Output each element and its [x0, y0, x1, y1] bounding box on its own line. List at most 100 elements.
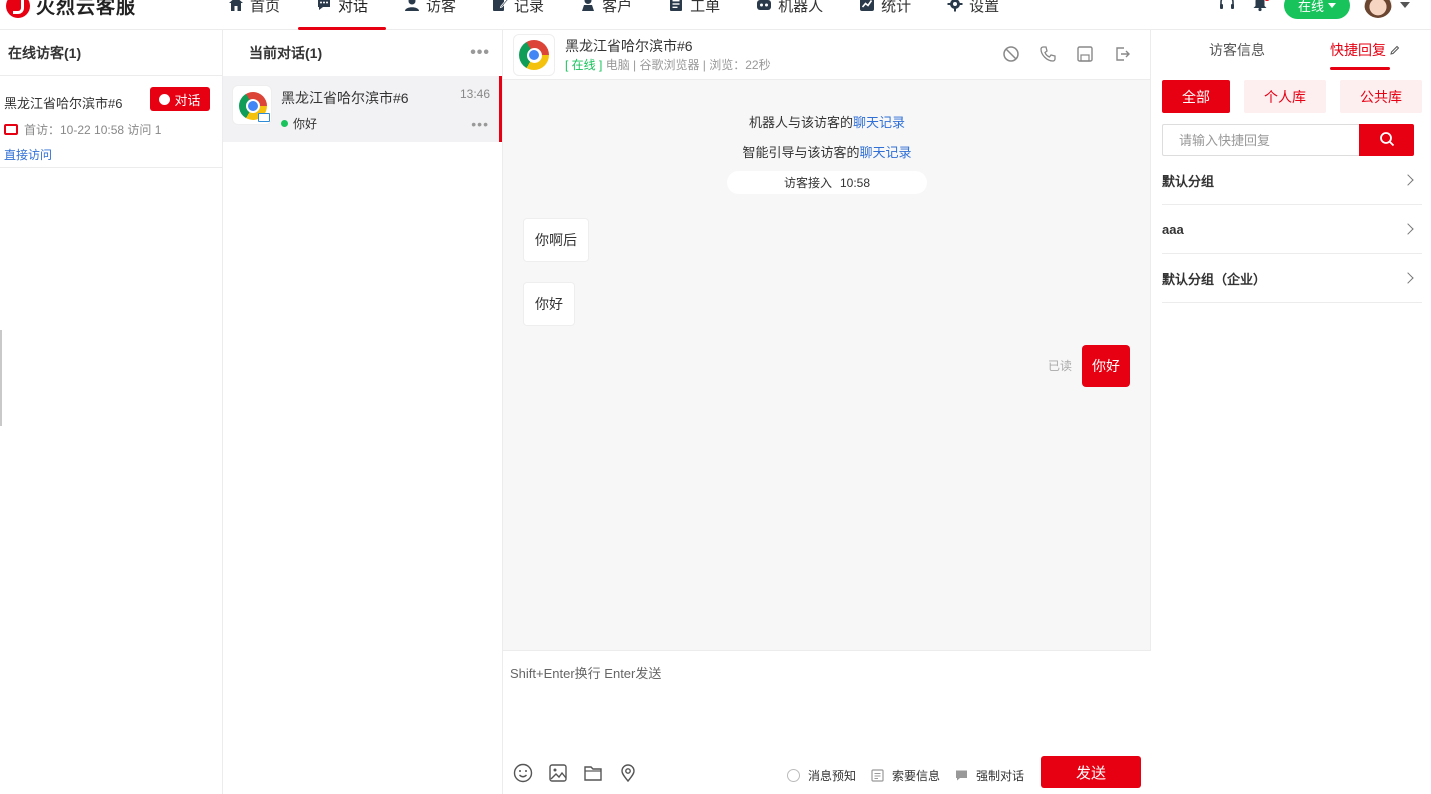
conversation-item[interactable]: 黑龙江省哈尔滨市#6 13:46 你好 •••: [223, 76, 502, 142]
last-message-text: 你好: [293, 117, 318, 131]
tab-visitor-info[interactable]: 访客信息: [1209, 40, 1265, 60]
quick-reply-group[interactable]: 默认分组（企业）: [1162, 254, 1422, 303]
quick-reply-group[interactable]: 默认分组: [1162, 156, 1422, 205]
right-panel: 访客信息 快捷回复 全部 个人库 公共库 默认分组 aaa 默认分组（企业）: [1151, 30, 1431, 794]
force-chat-option[interactable]: 强制对话: [955, 767, 1024, 784]
block-icon[interactable]: [1002, 45, 1021, 64]
library-filter: 全部 个人库 公共库: [1162, 80, 1422, 113]
chevron-down-icon[interactable]: [1400, 2, 1410, 8]
join-label: 访客接入: [783, 176, 832, 190]
conversation-time: 13:46: [459, 87, 490, 101]
system-text: 智能引导与该访客的: [742, 145, 860, 160]
visitor-card[interactable]: 黑龙江省哈尔滨市#6 对话 首访：10-22 10:58 访问 1 直接访问: [0, 76, 222, 168]
headset-icon[interactable]: [1218, 0, 1236, 12]
message-preview-option[interactable]: 消息预知: [787, 767, 856, 784]
chevron-right-icon: [1402, 272, 1414, 284]
nav-stats[interactable]: 统计: [841, 0, 929, 30]
nav-visitors[interactable]: 访客: [386, 0, 474, 30]
send-button[interactable]: 发送: [1041, 756, 1141, 788]
exit-icon[interactable]: [1113, 45, 1132, 64]
nav-customers[interactable]: 客户: [562, 0, 650, 30]
chat-icon: [316, 0, 332, 12]
app-logo[interactable]: 火烈云客服: [6, 0, 136, 19]
visit-source[interactable]: 直接访问: [4, 146, 212, 163]
app-name: 火烈云客服: [36, 0, 137, 18]
more-icon[interactable]: •••: [471, 116, 489, 132]
search-icon: [1379, 131, 1395, 150]
chat-avatar: [513, 34, 555, 76]
radio-icon[interactable]: [787, 769, 800, 782]
online-indicator: [281, 120, 288, 127]
phone-icon[interactable]: [1039, 45, 1058, 64]
option-label: 强制对话: [976, 769, 1025, 783]
conversations-header: 当前对话(1) •••: [223, 30, 502, 76]
message-input-placeholder[interactable]: Shift+Enter换行 Enter发送: [510, 663, 661, 682]
library-all-button[interactable]: 全部: [1162, 80, 1230, 113]
search-button[interactable]: [1359, 124, 1414, 156]
visit-info-text: 首访：10-22 10:58 访问 1: [24, 123, 162, 137]
start-chat-button[interactable]: 对话: [150, 87, 210, 111]
emoji-icon[interactable]: [513, 763, 534, 784]
read-receipt: 已读: [1047, 359, 1072, 373]
desktop-icon: [4, 124, 18, 135]
join-time: 10:58: [839, 175, 871, 190]
bell-icon[interactable]: [1251, 0, 1270, 12]
image-icon[interactable]: [548, 763, 569, 784]
nav-label: 访客: [426, 0, 457, 15]
nav-label: 对话: [338, 0, 369, 15]
chevron-right-icon: [1402, 223, 1414, 235]
nav-records[interactable]: 记录: [474, 0, 562, 30]
chat-button-label: 对话: [174, 92, 201, 108]
home-icon: [228, 0, 244, 12]
visitor-join-notice: 访客接入 10:58: [727, 171, 927, 194]
status-dropdown[interactable]: 在线: [1284, 0, 1350, 19]
group-label: 默认分组: [1162, 173, 1215, 189]
status-label: 在线: [1297, 0, 1324, 14]
nav-label: 客户: [602, 0, 633, 15]
folder-icon[interactable]: [583, 763, 604, 784]
right-panel-tabs: 访客信息 快捷回复: [1151, 30, 1431, 70]
library-personal-button[interactable]: 个人库: [1244, 80, 1326, 113]
chat-toolbar: [1002, 45, 1132, 64]
nav-chat[interactable]: 对话: [298, 0, 387, 30]
message-input-area[interactable]: Shift+Enter换行 Enter发送 消息预知 索要信息 强制对话 发送: [503, 650, 1151, 794]
chat-history-link[interactable]: 聊天记录: [860, 145, 912, 160]
chat-visitor-name: 黑龙江省哈尔滨市#6: [565, 38, 693, 54]
visit-info: 首访：10-22 10:58 访问 1: [4, 121, 212, 138]
agent-message: 你好: [1082, 345, 1130, 387]
user-icon: [404, 0, 420, 12]
location-icon[interactable]: [618, 763, 639, 784]
chat-panel: 黑龙江省哈尔滨市#6 [ 在线 ] 电脑 | 谷歌浏览器 | 浏览：22秒 机器…: [503, 30, 1151, 794]
chat-visitor-meta: [ 在线 ] 电脑 | 谷歌浏览器 | 浏览：22秒: [565, 56, 771, 73]
visitor-device-info: 电脑 | 谷歌浏览器 | 浏览：22秒: [605, 58, 771, 72]
save-icon[interactable]: [1076, 45, 1095, 64]
nav-home[interactable]: 首页: [210, 0, 298, 30]
nav-tickets[interactable]: 工单: [650, 0, 738, 30]
edit-icon: [492, 0, 509, 12]
nav-label: 首页: [250, 0, 281, 15]
chart-icon: [859, 0, 875, 12]
scrollbar[interactable]: [0, 330, 2, 426]
customer-icon: [580, 0, 596, 12]
chat-header: 黑龙江省哈尔滨市#6 [ 在线 ] 电脑 | 谷歌浏览器 | 浏览：22秒: [503, 30, 1150, 80]
conversation-name: 黑龙江省哈尔滨市#6: [281, 90, 409, 106]
chevron-right-icon: [1402, 174, 1414, 186]
more-icon[interactable]: •••: [470, 44, 490, 62]
nav-label: 记录: [514, 0, 545, 15]
nav-robot[interactable]: 机器人: [738, 0, 841, 30]
request-info-option[interactable]: 索要信息: [871, 767, 940, 784]
quick-reply-search-input[interactable]: [1162, 124, 1359, 156]
online-status: [ 在线 ]: [565, 58, 603, 72]
nav-settings[interactable]: 设置: [929, 0, 1017, 30]
robot-history-line: 机器人与该访客的聊天记录: [503, 112, 1151, 131]
library-public-button[interactable]: 公共库: [1340, 80, 1422, 113]
avatar[interactable]: [1364, 0, 1392, 18]
chevron-down-icon: [1328, 3, 1336, 8]
robot-icon: [756, 0, 772, 12]
tab-quick-reply[interactable]: 快捷回复: [1330, 40, 1400, 70]
quick-reply-group[interactable]: aaa: [1162, 205, 1422, 254]
pencil-icon[interactable]: [1390, 42, 1400, 55]
group-label: 默认分组（企业）: [1162, 271, 1267, 287]
chat-history-link[interactable]: 聊天记录: [853, 115, 905, 130]
group-label: aaa: [1162, 221, 1184, 237]
